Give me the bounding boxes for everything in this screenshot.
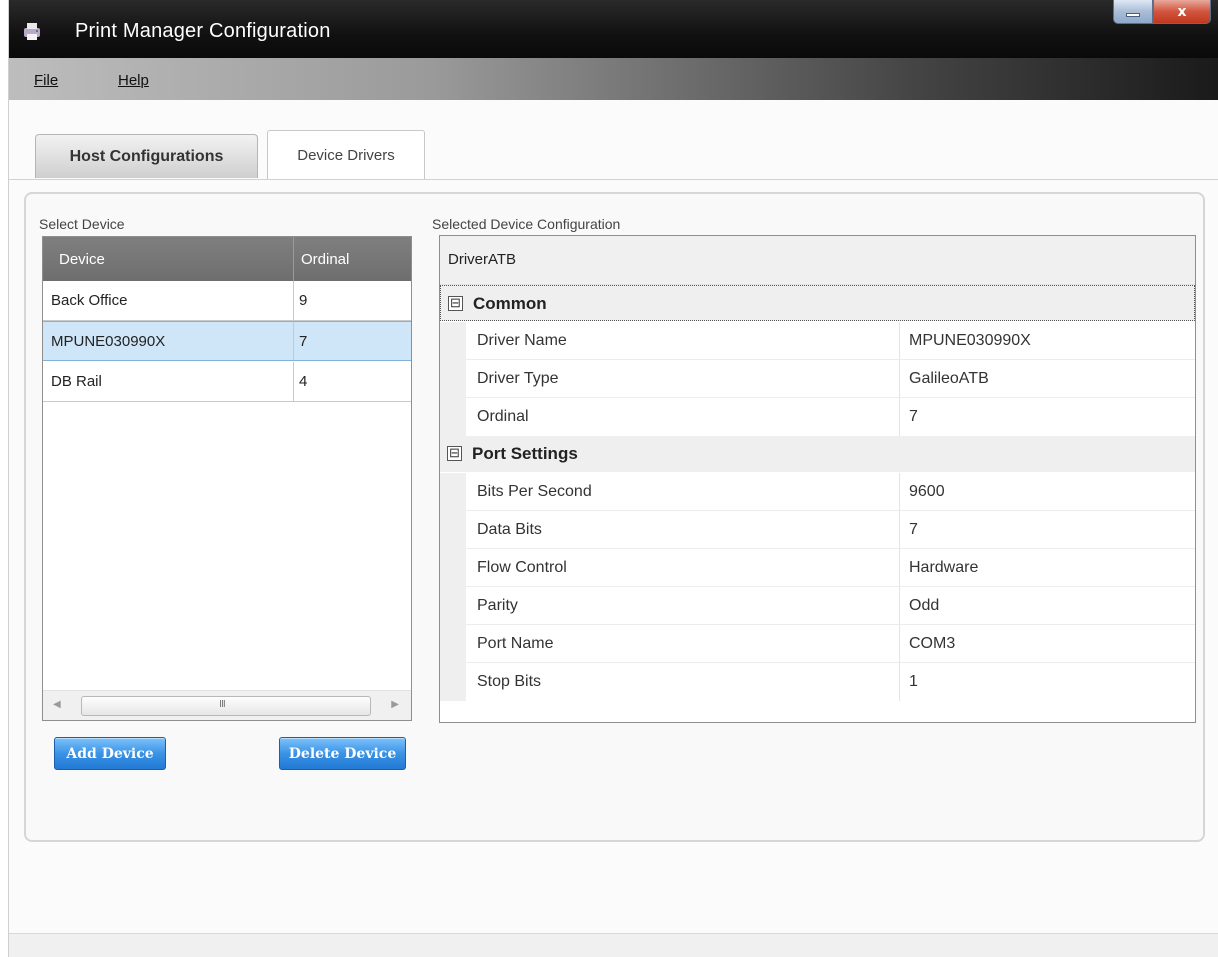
property-value[interactable]: GalileoATB [909, 370, 989, 388]
property-row-driver-type[interactable]: Driver Type GalileoATB [440, 360, 1195, 398]
cell-separator [293, 362, 294, 401]
row-gutter [440, 587, 466, 625]
row-gutter [440, 625, 466, 663]
minimize-icon [1126, 12, 1140, 17]
device-row[interactable]: Back Office 9 [43, 281, 411, 321]
device-grid: Device Ordinal Back Office 9 MPUNE030990… [42, 236, 412, 721]
row-gutter [440, 322, 466, 360]
column-divider [899, 473, 900, 511]
property-name: Port Name [477, 635, 554, 652]
device-name: DB Rail [51, 373, 102, 390]
device-row[interactable]: DB Rail 4 [43, 362, 411, 402]
column-header-device[interactable]: Device [59, 251, 105, 268]
device-row-selected[interactable]: MPUNE030990X 7 [43, 321, 411, 361]
column-separator[interactable] [293, 237, 294, 281]
property-value[interactable]: 9600 [909, 483, 945, 501]
window-controls: x [1113, 0, 1211, 24]
column-header-ordinal[interactable]: Ordinal [301, 251, 349, 268]
device-name: MPUNE030990X [51, 333, 166, 350]
select-device-label: Select Device [39, 216, 125, 232]
category-label: Common [473, 294, 547, 313]
row-gutter [440, 360, 466, 398]
property-name: Bits Per Second [477, 483, 592, 500]
row-gutter [440, 511, 466, 549]
property-row-data-bits[interactable]: Data Bits 7 [440, 511, 1195, 549]
property-grid: DriverATB ⊟ Common Driver Name MPUNE0309… [439, 235, 1196, 723]
cell-separator [293, 322, 294, 360]
window-title: Print Manager Configuration [75, 20, 331, 42]
property-name: Ordinal [477, 408, 529, 425]
horizontal-scrollbar[interactable]: ◀ III ▶ [43, 690, 411, 720]
row-gutter [440, 663, 466, 701]
close-icon: x [1177, 3, 1187, 20]
category-label: Port Settings [472, 444, 578, 463]
property-name: Stop Bits [477, 673, 542, 690]
selected-object-name: DriverATB [448, 251, 517, 268]
property-value[interactable]: Hardware [909, 559, 978, 577]
property-value[interactable]: 7 [909, 521, 918, 539]
property-row-bits-per-second[interactable]: Bits Per Second 9600 [440, 473, 1195, 511]
device-grid-header: Device Ordinal [43, 237, 411, 281]
column-divider [899, 663, 900, 701]
tab-device-drivers[interactable]: Device Drivers [267, 130, 425, 180]
row-gutter [440, 549, 466, 587]
app-window: Print Manager Configuration x File Help … [8, 0, 1218, 957]
property-name: Driver Type [477, 370, 559, 387]
property-row-parity[interactable]: Parity Odd [440, 587, 1195, 625]
printer-icon [24, 23, 40, 40]
minimize-button[interactable] [1113, 0, 1153, 24]
device-name: Back Office [51, 292, 128, 309]
property-value[interactable]: COM3 [909, 635, 955, 653]
delete-device-button[interactable]: Delete Device [279, 737, 406, 770]
column-divider [899, 360, 900, 398]
row-gutter [440, 473, 466, 511]
property-name: Parity [477, 597, 518, 614]
category-common[interactable]: ⊟ Common [440, 285, 1195, 321]
column-divider [899, 549, 900, 587]
device-ordinal: 9 [299, 292, 308, 309]
device-ordinal: 4 [299, 373, 308, 390]
property-row-ordinal[interactable]: Ordinal 7 [440, 398, 1195, 436]
arrow-left-icon[interactable]: ◀ [53, 699, 61, 710]
column-divider [899, 625, 900, 663]
property-name: Flow Control [477, 559, 567, 576]
grip-icon: III [219, 699, 226, 710]
menu-bar: File Help [9, 58, 1218, 100]
property-row-stop-bits[interactable]: Stop Bits 1 [440, 663, 1195, 701]
column-divider [899, 322, 900, 360]
property-value[interactable]: MPUNE030990X [909, 332, 1031, 350]
property-row-port-name[interactable]: Port Name COM3 [440, 625, 1195, 663]
column-divider [899, 511, 900, 549]
menu-file[interactable]: File [34, 72, 58, 89]
property-row-driver-name[interactable]: Driver Name MPUNE030990X [440, 322, 1195, 360]
status-bar [9, 933, 1218, 957]
arrow-right-icon[interactable]: ▶ [391, 699, 399, 710]
property-name: Driver Name [477, 332, 567, 349]
property-name: Data Bits [477, 521, 542, 538]
column-divider [899, 398, 900, 436]
category-port-settings[interactable]: ⊟ Port Settings [440, 436, 1195, 472]
property-value[interactable]: 1 [909, 673, 918, 691]
add-device-button[interactable]: Add Device [54, 737, 166, 770]
selected-config-label: Selected Device Configuration [432, 216, 621, 232]
collapse-icon[interactable]: ⊟ [448, 296, 463, 311]
property-grid-header: DriverATB [440, 236, 1195, 285]
property-value[interactable]: Odd [909, 597, 939, 615]
cell-separator [293, 281, 294, 320]
property-row-flow-control[interactable]: Flow Control Hardware [440, 549, 1195, 587]
menu-help[interactable]: Help [118, 72, 149, 89]
tab-host-configurations[interactable]: Host Configurations [35, 134, 258, 178]
tab-divider [9, 179, 1218, 180]
column-divider [899, 587, 900, 625]
title-bar[interactable]: Print Manager Configuration x [9, 0, 1218, 58]
collapse-icon[interactable]: ⊟ [447, 446, 462, 461]
scrollbar-thumb[interactable]: III [81, 696, 371, 716]
close-button[interactable]: x [1153, 0, 1211, 24]
row-gutter [440, 398, 466, 436]
property-value[interactable]: 7 [909, 408, 918, 426]
device-ordinal: 7 [299, 333, 308, 350]
